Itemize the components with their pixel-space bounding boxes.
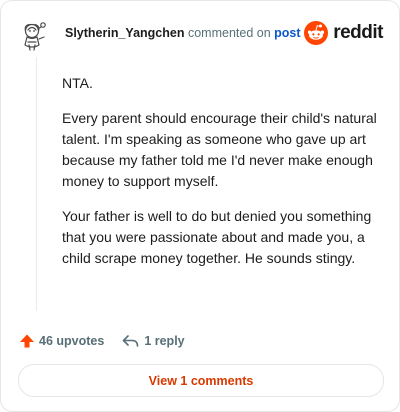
thread-line[interactable]	[36, 57, 37, 311]
comment-card: Slytherin_Yangchen commented on post red…	[0, 0, 400, 412]
reply-count: 1 reply	[144, 334, 185, 348]
reddit-snoo-icon	[304, 21, 329, 45]
default-avatar-icon[interactable]	[19, 19, 53, 53]
reply-arrow-icon	[123, 335, 139, 347]
reddit-logo[interactable]: reddit	[304, 21, 383, 45]
comment-actions: 46 upvotes 1 reply	[19, 331, 185, 351]
upvote-count: 46 upvotes	[39, 334, 105, 348]
comment-paragraph: Your father is well to do but denied you…	[62, 208, 372, 266]
post-link[interactable]: post	[274, 26, 300, 40]
comment-paragraph: NTA.	[62, 75, 93, 91]
view-comments-button[interactable]: View 1 comments	[18, 364, 384, 397]
author-username[interactable]: Slytherin_Yangchen	[65, 26, 184, 40]
comment-body: NTA. Every parent should encourage their…	[62, 73, 380, 283]
upvote-button[interactable]: 46 upvotes	[19, 333, 104, 349]
reply-button[interactable]: 1 reply	[122, 334, 185, 348]
comment-meta: Slytherin_Yangchen commented on post	[65, 25, 301, 41]
upvote-arrow-icon	[20, 334, 34, 348]
comment-action-text: commented on	[187, 26, 271, 40]
comment-header: Slytherin_Yangchen commented on post red…	[19, 19, 383, 53]
comment-paragraph: Every parent should encourage their chil…	[62, 110, 377, 189]
reddit-wordmark: reddit	[333, 22, 383, 43]
